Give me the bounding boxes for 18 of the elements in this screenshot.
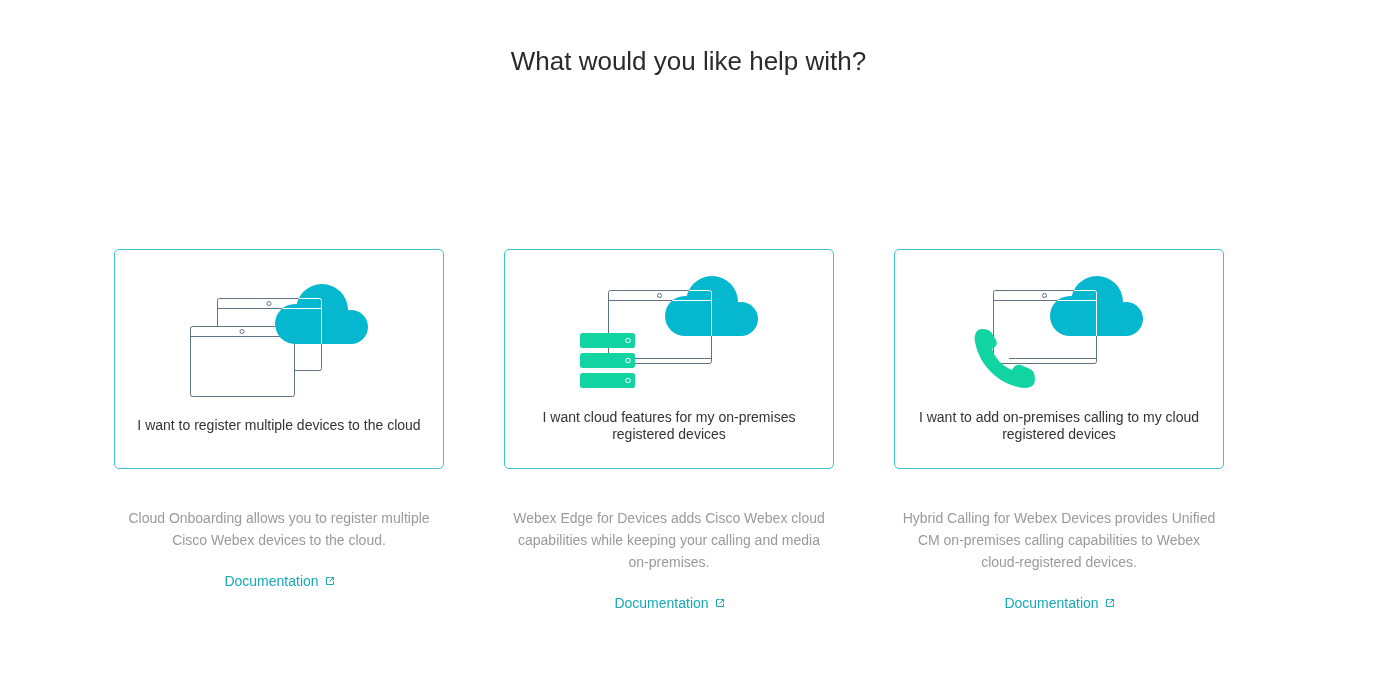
option-description: Webex Edge for Devices adds Cisco Webex cloud capabilities while keeping your calling and media on-premises. xyxy=(512,509,826,572)
server-unit-icon xyxy=(580,332,635,348)
cloud-icon xyxy=(1050,275,1143,336)
option-card[interactable]: I want to register multiple devices to the cloud xyxy=(114,249,444,469)
option-card[interactable]: I want cloud features for my on-premises registered devices xyxy=(504,249,834,469)
external-link-icon xyxy=(325,577,334,585)
page-title: What would you like help with? xyxy=(509,45,868,78)
external-link-icon xyxy=(1105,599,1114,607)
server-unit-icon xyxy=(580,352,635,368)
server-unit-icon xyxy=(580,372,635,388)
window-icon xyxy=(190,326,295,397)
option-card[interactable]: I want to add on-premises calling to my cloud registered devices xyxy=(894,249,1224,469)
option-description: Cloud Onboarding allows you to register multiple Cisco Webex devices to the cloud. xyxy=(127,509,431,550)
external-link-icon xyxy=(715,599,724,607)
cloud-icon xyxy=(665,275,758,336)
option-description: Hybrid Calling for Webex Devices provides Unified CM on-premises calling capabilities to Webex cloud-registered devices. xyxy=(901,509,1217,572)
phone-icon xyxy=(974,328,1035,388)
cloud-icon xyxy=(275,284,368,344)
